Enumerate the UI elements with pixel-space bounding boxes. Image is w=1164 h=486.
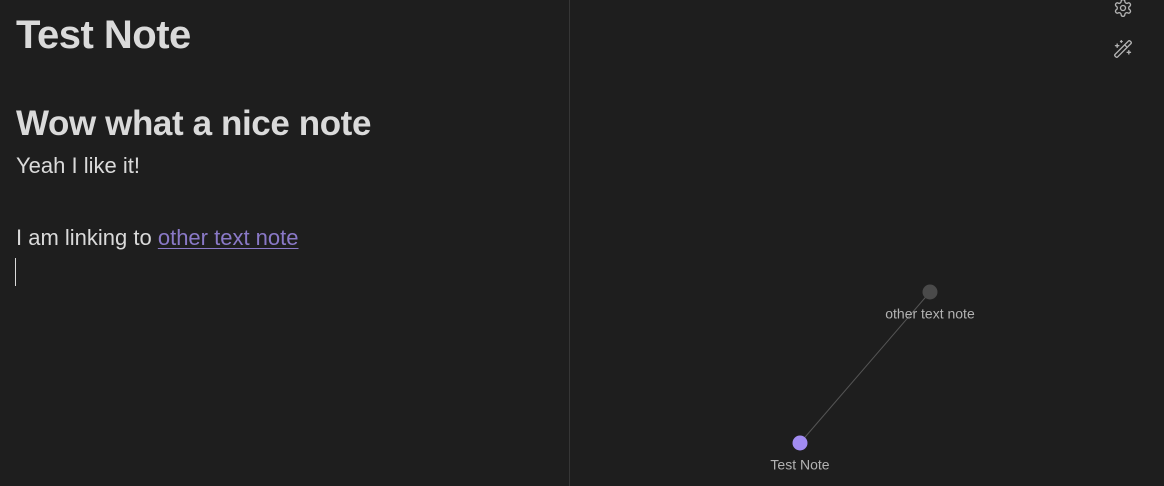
app-window: Test Note Wow what a nice note Yeah I li… [0,0,1164,486]
graph-node-other-text-note[interactable] [922,284,938,300]
note-title[interactable]: Test Note [16,10,191,60]
graph-view[interactable]: other text note Test Note [570,0,1164,486]
graph-node-label: other text note [885,306,975,322]
gear-icon [1114,0,1132,17]
graph-node-test-note[interactable] [792,435,808,451]
text-cursor [15,258,16,286]
paragraph-text: I am linking to [16,225,158,250]
animate-graph-button[interactable] [1111,37,1135,61]
note-heading[interactable]: Wow what a nice note [16,101,371,147]
editor-pane[interactable]: Test Note Wow what a nice note Yeah I li… [0,0,569,486]
graph-settings-button[interactable] [1111,0,1135,20]
graph-node-label: Test Note [770,457,829,473]
paragraph[interactable]: Yeah I like it! [16,151,140,181]
graph-canvas[interactable]: other text note Test Note [570,0,1164,486]
paragraph-with-link[interactable]: I am linking to other text note [16,223,299,253]
magic-wand-icon [1114,40,1132,58]
internal-link[interactable]: other text note [158,225,299,250]
